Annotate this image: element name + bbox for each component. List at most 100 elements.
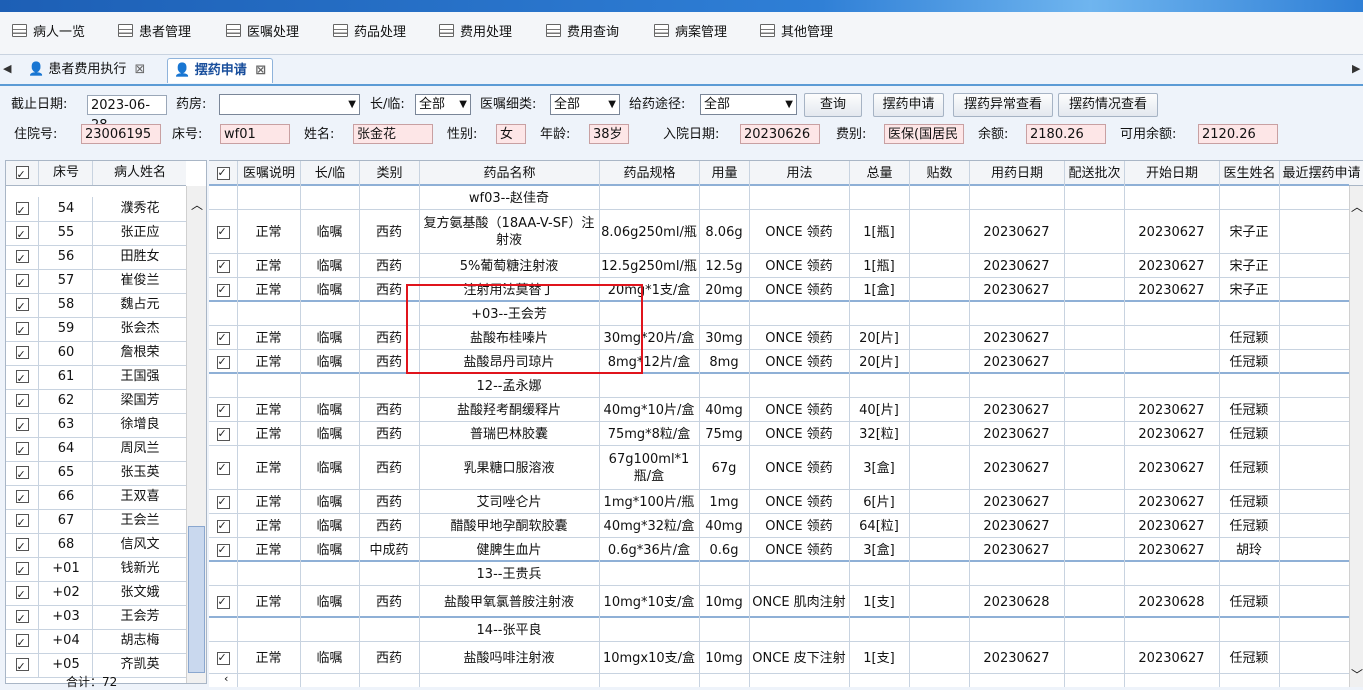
long-temp-select[interactable]: 全部 ▼: [415, 94, 471, 115]
patient-row[interactable]: 65张玉英: [6, 461, 186, 487]
tab-scroll-right-icon[interactable]: ▶: [1352, 62, 1360, 75]
column-header[interactable]: 最近摆药申请: [1279, 161, 1363, 185]
patient-checkbox[interactable]: [6, 341, 38, 367]
chevron-left-icon[interactable]: ‹: [224, 672, 228, 685]
patient-row[interactable]: 61王国强: [6, 365, 186, 391]
patient-checkbox[interactable]: [6, 605, 38, 631]
order-checkbox[interactable]: [209, 514, 237, 538]
patient-checkbox[interactable]: [6, 317, 38, 343]
patient-row[interactable]: +03王会芳: [6, 605, 186, 631]
order-checkbox[interactable]: [209, 446, 237, 490]
patient-name-column-header[interactable]: 病人姓名: [92, 161, 187, 185]
chevron-up-icon[interactable]: ︿: [191, 196, 203, 213]
patient-row[interactable]: 55张正应: [6, 221, 186, 247]
column-header[interactable]: 总量: [849, 161, 909, 185]
order-checkbox[interactable]: [209, 278, 237, 302]
dispense-request-button[interactable]: 摆药申请: [873, 93, 944, 117]
order-checkbox[interactable]: [209, 210, 237, 254]
patient-checkbox[interactable]: [6, 269, 38, 295]
column-header[interactable]: 类别: [359, 161, 419, 185]
patient-row[interactable]: 58魏占元: [6, 293, 186, 319]
patient-checkbox[interactable]: [6, 509, 38, 535]
scrollbar-thumb[interactable]: [188, 526, 205, 673]
patient-checkbox[interactable]: [6, 413, 38, 439]
order-checkbox[interactable]: [209, 254, 237, 278]
order-checkbox[interactable]: [209, 422, 237, 446]
patient-row[interactable]: 64周凤兰: [6, 437, 186, 463]
tab-close-icon[interactable]: ⊠: [255, 63, 266, 78]
patient-checkbox[interactable]: [6, 293, 38, 319]
patient-row[interactable]: 56田胜女: [6, 245, 186, 271]
route-select[interactable]: 全部 ▼: [700, 94, 797, 115]
menu-item-0[interactable]: 病人一览: [12, 23, 85, 43]
column-header[interactable]: 用量: [699, 161, 749, 185]
column-header[interactable]: 长/临: [300, 161, 359, 185]
patient-row[interactable]: 59张会杰: [6, 317, 186, 343]
order-category-select[interactable]: 全部 ▼: [550, 94, 620, 115]
tab-close-icon[interactable]: ⊠: [134, 62, 145, 77]
patient-list-scrollbar[interactable]: ︿: [186, 186, 206, 683]
select-all-orders-checkbox[interactable]: [209, 161, 237, 185]
patient-checkbox[interactable]: [6, 557, 38, 583]
menu-item-6[interactable]: 病案管理: [654, 23, 727, 43]
patient-row[interactable]: 67王会兰: [6, 509, 186, 535]
patient-row[interactable]: 63徐增良: [6, 413, 186, 439]
patient-row[interactable]: 66王双喜: [6, 485, 186, 511]
order-checkbox[interactable]: [209, 326, 237, 350]
menu-item-3[interactable]: 药品处理: [333, 23, 406, 43]
order-checkbox[interactable]: [209, 350, 237, 374]
order-checkbox[interactable]: [209, 490, 237, 514]
patient-row[interactable]: 60詹根荣: [6, 341, 186, 367]
patient-checkbox[interactable]: [6, 629, 38, 655]
order-table-scrollbar[interactable]: ︿ ﹀: [1349, 186, 1363, 687]
menu-item-2[interactable]: 医嘱处理: [226, 23, 299, 43]
dispense-status-button[interactable]: 摆药情况查看: [1058, 93, 1158, 117]
patient-row[interactable]: +02张文娥: [6, 581, 186, 607]
menu-item-1[interactable]: 患者管理: [118, 23, 191, 43]
cutoff-date-input[interactable]: 2023-06-28: [87, 95, 167, 133]
patient-checkbox[interactable]: [6, 245, 38, 271]
patient-checkbox[interactable]: [6, 197, 38, 223]
order-cell-usage: ONCE 领药: [765, 460, 833, 476]
patient-checkbox[interactable]: [6, 437, 38, 463]
menu-item-4[interactable]: 费用处理: [439, 23, 512, 43]
menu-item-7[interactable]: 其他管理: [760, 23, 833, 43]
patient-row[interactable]: +04胡志梅: [6, 629, 186, 655]
tab-patient-fee-exec[interactable]: 👤 患者费用执行 ⊠: [22, 58, 151, 82]
query-button[interactable]: 查询: [804, 93, 862, 117]
bed-column-header[interactable]: 床号: [38, 161, 93, 185]
patient-checkbox[interactable]: [6, 365, 38, 391]
column-header[interactable]: 药品规格: [599, 161, 699, 185]
patient-checkbox[interactable]: [6, 221, 38, 247]
chevron-up-icon[interactable]: ︿: [1351, 198, 1363, 215]
order-checkbox[interactable]: [209, 642, 237, 674]
patient-checkbox[interactable]: [6, 533, 38, 559]
column-header[interactable]: 配送批次: [1064, 161, 1124, 185]
order-checkbox[interactable]: [209, 398, 237, 422]
column-header[interactable]: 用药日期: [969, 161, 1064, 185]
order-checkbox[interactable]: [209, 538, 237, 562]
menu-item-5[interactable]: 费用查询: [546, 23, 619, 43]
select-all-checkbox[interactable]: [6, 161, 38, 187]
pharmacy-select[interactable]: ▼: [219, 94, 360, 115]
column-header[interactable]: 医嘱说明: [237, 161, 300, 185]
patient-checkbox[interactable]: [6, 389, 38, 415]
patient-row[interactable]: 62梁国芳: [6, 389, 186, 415]
column-header[interactable]: 贴数: [909, 161, 969, 185]
patient-row[interactable]: 68信风文: [6, 533, 186, 559]
patient-checkbox[interactable]: [6, 653, 38, 679]
column-header[interactable]: 医生姓名: [1219, 161, 1279, 185]
patient-row[interactable]: 57崔俊兰: [6, 269, 186, 295]
tab-scroll-left-icon[interactable]: ◀: [3, 62, 11, 75]
patient-row[interactable]: 54濮秀花: [6, 197, 186, 223]
column-header[interactable]: 开始日期: [1124, 161, 1219, 185]
tab-dispense-request[interactable]: 👤 摆药申请 ⊠: [167, 58, 274, 83]
patient-checkbox[interactable]: [6, 581, 38, 607]
dispense-abnormal-button[interactable]: 摆药异常查看: [953, 93, 1053, 117]
order-checkbox[interactable]: [209, 586, 237, 618]
patient-checkbox[interactable]: [6, 485, 38, 511]
patient-row[interactable]: +01钱新光: [6, 557, 186, 583]
column-header[interactable]: 药品名称: [419, 161, 599, 185]
patient-checkbox[interactable]: [6, 461, 38, 487]
column-header[interactable]: 用法: [749, 161, 849, 185]
